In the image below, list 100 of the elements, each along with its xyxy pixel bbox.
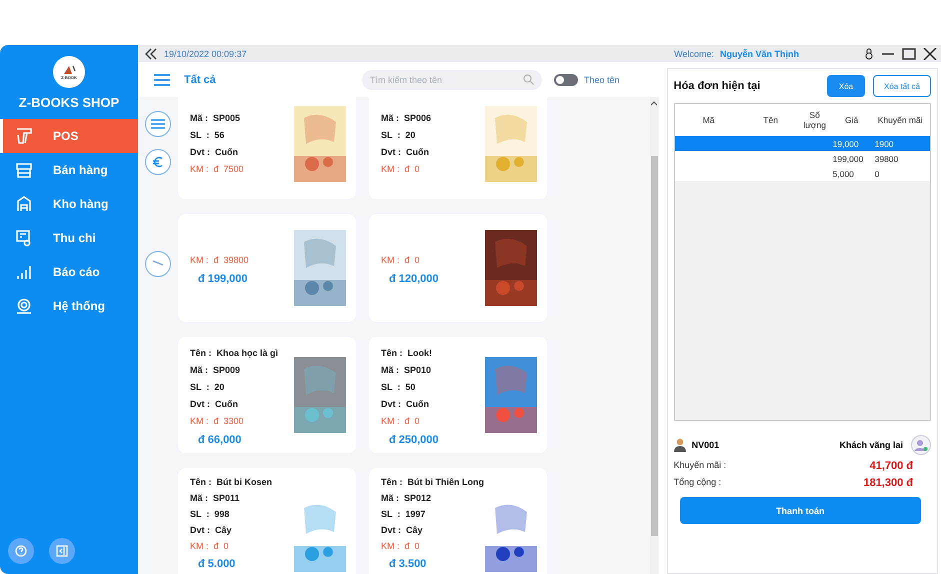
product-discount: KM : đ 0: [381, 414, 421, 428]
total-value: 41,700 đ: [870, 460, 913, 472]
euro-icon: [152, 156, 164, 168]
column-header: Khuyến mãi: [876, 115, 924, 125]
product-card[interactable]: Tên : Bút bi Thiên Long Mã : SP012 SL : 1997 Dvt : Cây KM : đ 0 đ 3.500: [369, 468, 547, 574]
product-card[interactable]: Tên : Look! Mã : SP010 SL : 50 Dvt : Cuốn KM : đ 0 đ 250,000: [369, 337, 547, 453]
table-cell-text: 1900: [874, 138, 895, 148]
product-field: SL : 50: [381, 378, 439, 396]
product-price: đ 120,000: [389, 272, 439, 284]
toggle-switch[interactable]: [554, 74, 578, 86]
product-field: Dvt : Cây: [381, 522, 484, 538]
table-cell-text: 199,000: [832, 154, 864, 164]
table-cell-text: 39800: [874, 154, 900, 164]
product-field: Mã : SP006: [381, 110, 432, 127]
shop-name: Z-BOOKS SHOP: [18, 95, 120, 110]
product-discount: KM : đ 3300: [190, 414, 245, 428]
customer-name: Khách vãng lai: [839, 440, 903, 450]
table-cell-text: 19,000: [832, 138, 860, 148]
welcome-label: Welcome:: [674, 48, 714, 58]
product-card[interactable]: Tên : Khoa học là gì Mã : SP009 SL : 20 Dvt : Cuốn KM : đ 3300 đ 66,000: [178, 337, 356, 453]
product-price: đ 66,000: [198, 434, 242, 446]
product-field: SL : 998: [190, 506, 272, 522]
help-icon: [15, 545, 27, 557]
invoice-row[interactable]: 5,000 0: [674, 166, 930, 181]
nav-item[interactable]: Bán hàng: [0, 153, 138, 187]
collapse-icon: [56, 545, 68, 557]
column-header: Tên: [762, 115, 779, 125]
maximize-icon[interactable]: [902, 48, 916, 60]
register-icon: [15, 127, 33, 145]
product-discount: KM : đ 0: [381, 540, 421, 553]
column-header: Giá: [844, 115, 860, 125]
bar-chart-icon: [15, 263, 33, 281]
product-discount: KM : đ 0: [381, 163, 421, 176]
product-card[interactable]: Mã : SP006 SL : 20 Dvt : Cuốn KM : đ 0: [369, 97, 547, 199]
product-price: đ 5.000: [198, 558, 236, 570]
scroll-up-icon[interactable]: [651, 101, 658, 106]
column-header: Số lượng: [802, 110, 827, 130]
product-card[interactable]: KM : đ 39800 đ 199,000: [178, 214, 356, 322]
product-discount: KM : đ 0: [381, 254, 421, 266]
invoice-row[interactable]: 19,000 1900: [674, 136, 930, 151]
delete-button[interactable]: Xóa: [827, 75, 865, 97]
product-field: Tên : Bút bi Thiên Long: [381, 474, 484, 490]
settings-icon: [15, 297, 33, 315]
table-cell-text: 0: [874, 168, 880, 178]
product-field: SL : 56: [190, 127, 244, 144]
invoice-title: Hóa đơn hiện tại: [674, 80, 762, 92]
help-button[interactable]: [8, 538, 34, 564]
nav-item[interactable]: Kho hàng: [0, 187, 138, 221]
product-price: đ 3.500: [389, 558, 428, 570]
product-field: Tên : Bút bi Kosen: [190, 474, 272, 490]
nav-item[interactable]: Thu chi: [0, 221, 138, 255]
invoice-row[interactable]: 199,000 39800: [674, 151, 930, 166]
product-price: đ 250,000: [389, 434, 439, 446]
round-button[interactable]: [145, 251, 171, 277]
product-field: Tên : Khoa học là gì: [190, 344, 278, 362]
staff-id: NV001: [692, 440, 720, 450]
product-discount: KM : đ 7500: [190, 163, 244, 176]
double-chevron-icon[interactable]: [144, 48, 158, 60]
nav-item[interactable]: POS: [0, 119, 138, 153]
search-icon[interactable]: [523, 74, 534, 84]
product-card[interactable]: Mã : SP005 SL : 56 Dvt : Cuốn KM : đ 7500: [178, 97, 356, 199]
category-label[interactable]: Tất cả: [184, 74, 362, 86]
user-name: Nguyễn Văn Thịnh: [720, 48, 799, 58]
column-header: Mã: [702, 115, 716, 125]
toggle-label: Theo tên: [584, 74, 620, 84]
product-discount: KM : đ 39800: [190, 254, 249, 266]
product-field: Mã : SP010: [381, 362, 439, 378]
product-field: Mã : SP012: [381, 490, 484, 506]
close-icon[interactable]: [923, 48, 937, 60]
total-label: Khuyến mãi :: [674, 460, 726, 472]
product-field: Mã : SP009: [190, 362, 278, 378]
total-label: Tổng cộng :: [674, 477, 722, 489]
calculator-icon: [15, 229, 33, 247]
product-field: Dvt : Cuốn: [381, 396, 439, 412]
product-field: Mã : SP011: [190, 490, 272, 506]
pen-logo-icon: [62, 64, 76, 74]
lock-icon[interactable]: [864, 48, 874, 60]
total-value: 181,300 đ: [863, 477, 913, 489]
add-customer-icon[interactable]: [911, 435, 931, 455]
product-field: Dvt : Cuốn: [190, 396, 278, 412]
product-field: Dvt : Cuốn: [381, 144, 432, 161]
search-field[interactable]: Tìm kiếm theo tên: [362, 70, 542, 90]
menu-icon[interactable]: [154, 74, 170, 86]
nav-item[interactable]: Báo cáo: [0, 255, 138, 289]
euro-button[interactable]: [145, 149, 171, 175]
product-discount: KM : đ 0: [190, 540, 230, 553]
product-field: Tên : Look!: [381, 344, 439, 362]
product-field: Dvt : Cuốn: [190, 144, 244, 161]
product-field: Mã : SP005: [190, 110, 244, 127]
collapse-button[interactable]: [49, 538, 75, 564]
list-button[interactable]: [145, 111, 171, 137]
product-price: đ 199,000: [198, 272, 249, 284]
nav-item[interactable]: Hệ thống: [0, 289, 138, 323]
delete-all-button[interactable]: Xóa tất cả: [873, 75, 931, 97]
menu-icon: [151, 119, 165, 129]
store-icon: [15, 161, 33, 179]
product-card[interactable]: Tên : Bút bi Kosen Mã : SP011 SL : 998 Dvt : Cây KM : đ 0 đ 5.000: [178, 468, 356, 574]
product-card[interactable]: KM : đ 0 đ 120,000: [369, 214, 547, 322]
datetime-text: 19/10/2022 00:09:37: [164, 48, 247, 58]
pay-button[interactable]: Thanh toán: [680, 497, 921, 524]
